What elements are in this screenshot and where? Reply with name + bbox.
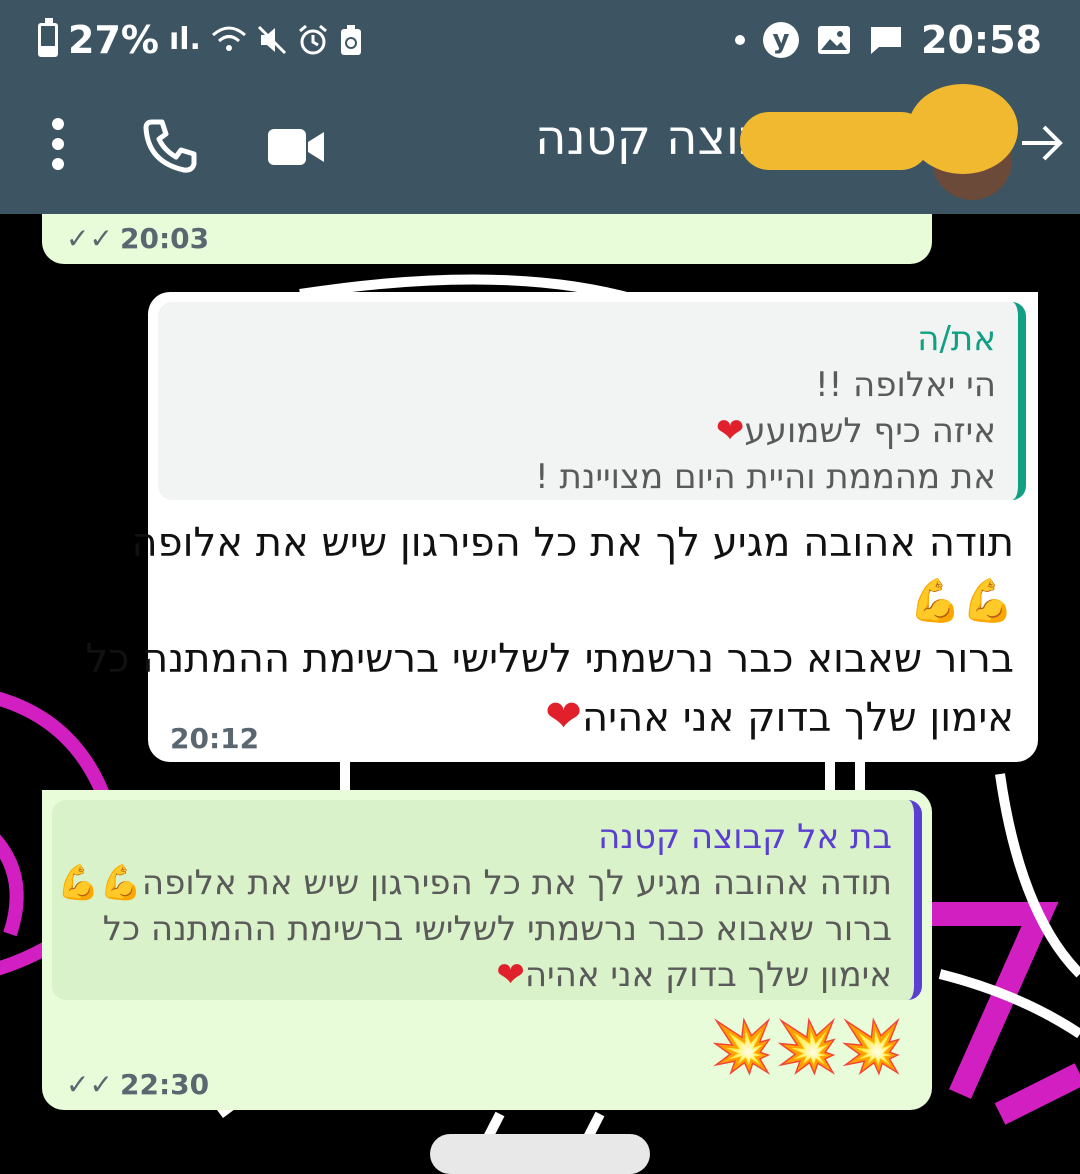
alarm-icon xyxy=(298,24,327,55)
message-line: תודה אהובה מגיע לך את כל הפירגון שיש את … xyxy=(131,520,1014,566)
quote-line-with-heart: איזה כיף לשמועע❤ xyxy=(715,411,996,451)
quoted-message[interactable]: את/ה הי יאלופה !! איזה כיף לשמועע❤ את מה… xyxy=(158,302,1026,500)
message-time: 20:12 xyxy=(170,722,260,755)
message-text: תודה אהובה מגיע לך את כל הפירגון שיש את … xyxy=(85,514,1014,747)
status-right: y 20:58 xyxy=(735,18,1042,62)
quote-author: את/ה xyxy=(917,319,996,359)
status-bar: 27% ıl. y 20:58 xyxy=(0,0,1080,82)
muscle-icon: 💪💪 xyxy=(909,576,1014,625)
redaction-mark-2 xyxy=(908,84,1018,174)
message-line-with-heart: אימון שלך בדוק אני אהיה❤ xyxy=(545,691,1014,742)
redaction-mark xyxy=(740,112,930,170)
status-left: 27% ıl. xyxy=(38,18,363,62)
mute-icon xyxy=(257,25,286,55)
chat-header: בת אל קבוצה קטנה xyxy=(0,82,1080,214)
quote-line-with-muscle: תודה אהובה מגיע לך את כל הפירגון שיש את … xyxy=(57,863,892,903)
message-bubble-outgoing[interactable]: בת אל קבוצה קטנה תודה אהובה מגיע לך את כ… xyxy=(42,790,932,1110)
message-icon xyxy=(871,27,902,54)
heart-icon: ❤ xyxy=(545,691,583,742)
double-check-icon: ✓✓ xyxy=(66,222,113,255)
collision-icon: 💥💥💥 xyxy=(709,1017,904,1077)
double-check-icon: ✓✓ xyxy=(66,1068,113,1101)
message-time: 22:30 xyxy=(120,1068,210,1101)
message-bubble-incoming[interactable]: את/ה הי יאלופה !! איזה כיף לשמועע❤ את מה… xyxy=(85,292,1038,762)
battery-icon xyxy=(38,18,58,57)
wifi-icon xyxy=(211,26,246,51)
back-arrow-icon[interactable] xyxy=(1016,118,1066,168)
quote-line: את מהממת והיית היום מצויינת ! xyxy=(535,457,996,497)
recycle-battery-icon xyxy=(340,25,361,55)
quote-author: בת אל קבוצה קטנה xyxy=(598,817,892,857)
scroll-to-bottom-pill[interactable] xyxy=(430,1134,650,1174)
y-app-icon: y xyxy=(763,22,800,58)
quote-line: הי יאלופה !! xyxy=(814,365,996,405)
clock: 20:58 xyxy=(921,18,1042,62)
menu-icon[interactable] xyxy=(48,118,68,178)
video-icon[interactable] xyxy=(266,122,326,172)
heart-icon: ❤ xyxy=(496,955,525,995)
quote-line-with-heart: אימון שלך בדוק אני אהיה❤ xyxy=(496,955,892,995)
gallery-icon xyxy=(818,26,851,54)
phone-icon[interactable] xyxy=(140,116,200,176)
chat-area[interactable]: ✓✓ 20:03 את/ה הי יאלופה !! איזה כיף לשמו… xyxy=(0,214,1080,1153)
quote-line: ברור שאבוא כבר נרשמתי לשלישי ברשימת ההמת… xyxy=(102,909,892,949)
message-line: ברור שאבוא כבר נרשמתי לשלישי ברשימת ההמת… xyxy=(85,636,1014,682)
message-time: 20:03 xyxy=(120,222,210,255)
signal-icon: ıl. xyxy=(168,22,201,57)
heart-icon: ❤ xyxy=(715,411,745,451)
muscle-icon: 💪💪 xyxy=(57,863,142,903)
quoted-message[interactable]: בת אל קבוצה קטנה תודה אהובה מגיע לך את כ… xyxy=(52,800,922,1000)
message-bubble-outgoing-prev[interactable]: ✓✓ 20:03 xyxy=(42,214,932,264)
notification-dot-icon xyxy=(735,35,746,45)
battery-percent: 27% xyxy=(68,18,159,62)
